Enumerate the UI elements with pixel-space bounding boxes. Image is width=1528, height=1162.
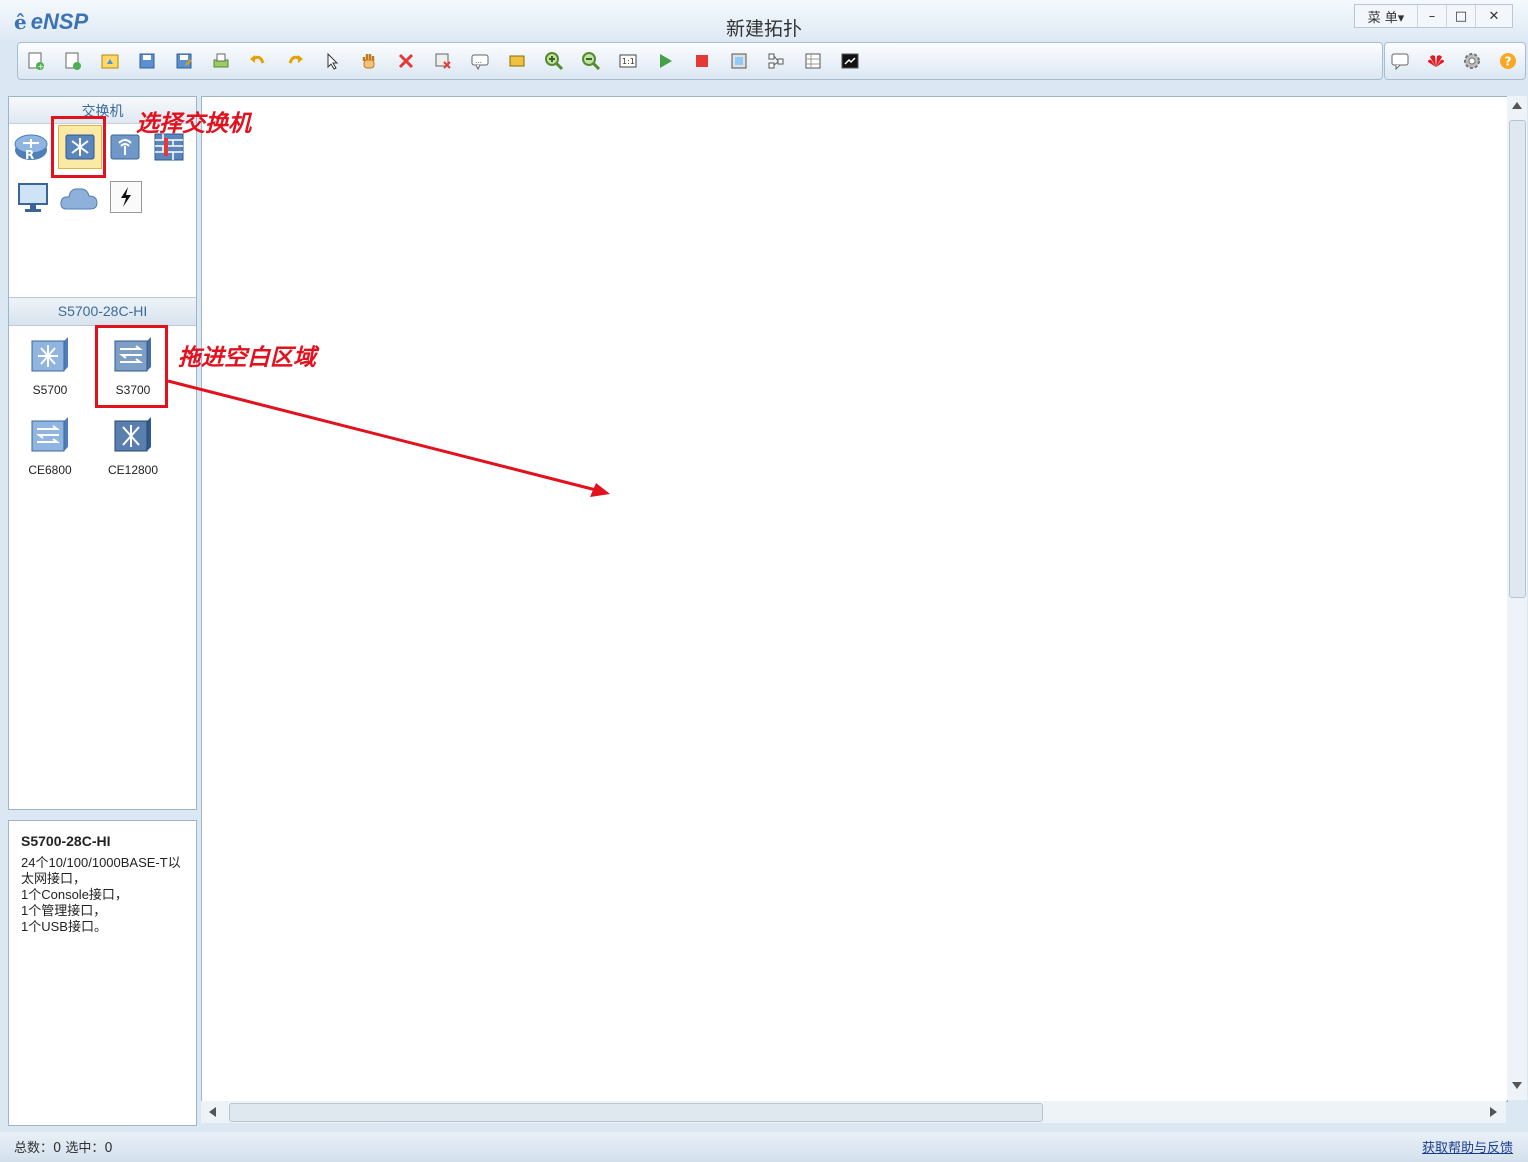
status-count: 总数：0 选中：0	[14, 1141, 113, 1156]
drag-arrow	[167, 379, 610, 497]
help-feedback-link[interactable]: 获取帮助与反馈	[1422, 1137, 1513, 1156]
status-bar	[0, 1132, 1528, 1162]
